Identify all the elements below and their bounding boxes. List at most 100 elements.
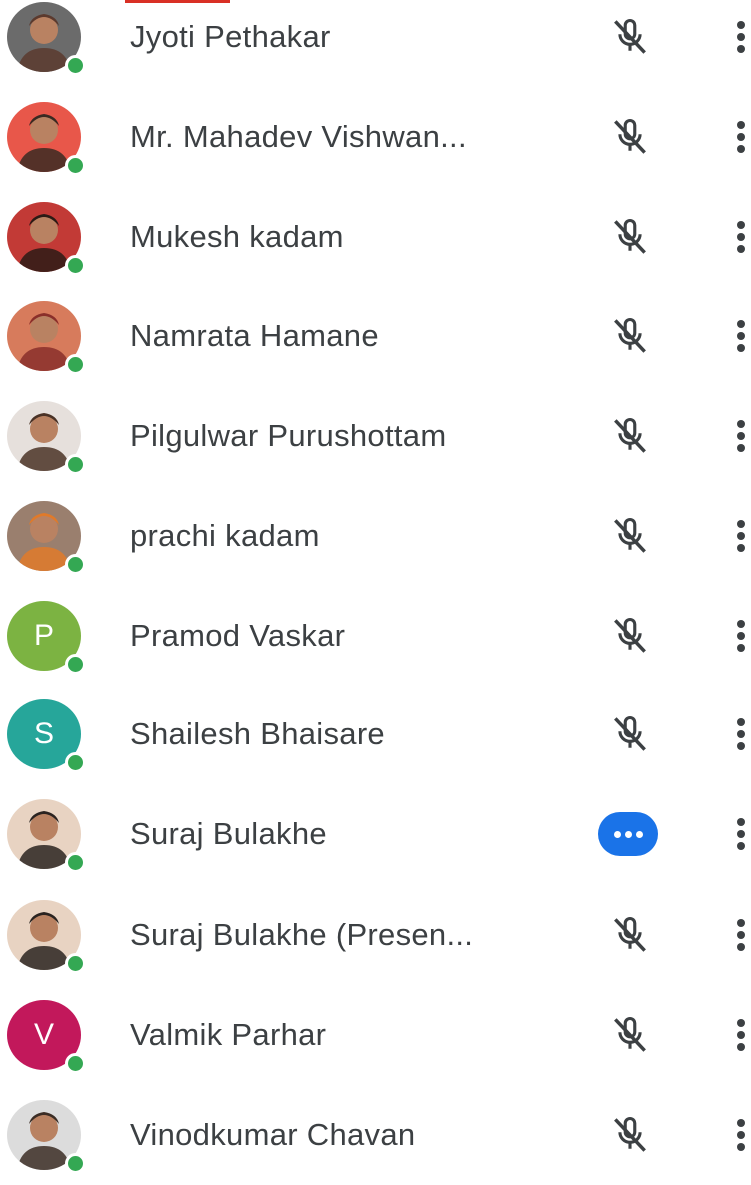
more-dot [737,1143,745,1151]
more-dot [737,931,745,939]
more-vert-icon[interactable] [734,1015,748,1055]
participant-name: Vinodkumar Chavan [130,1117,416,1152]
avatar-container: V [7,1000,86,1074]
participant-row[interactable]: prachi kadam [0,486,751,586]
participant-name: prachi kadam [130,518,320,553]
more-dot [737,133,745,141]
more-dot [737,919,745,927]
presence-indicator [65,354,86,375]
more-dot [737,620,745,628]
participant-row[interactable]: Suraj Bulakhe (Presen... [0,885,751,985]
more-dot [737,432,745,440]
avatar-container [7,202,86,276]
more-dot [737,644,745,652]
avatar-container [7,401,86,475]
more-vert-icon[interactable] [734,416,748,456]
presence-indicator [65,752,86,773]
mic-off-icon[interactable] [608,913,652,957]
avatar-container [7,102,86,176]
presence-indicator [65,953,86,974]
more-dot [737,221,745,229]
more-dot [737,943,745,951]
presence-indicator [65,654,86,675]
participant-row[interactable]: P Pramod Vaskar [0,586,751,686]
participant-row[interactable]: Namrata Hamane [0,286,751,386]
participant-name: Jyoti Pethakar [130,19,331,54]
more-vert-icon[interactable] [734,117,748,157]
more-dot [737,320,745,328]
participant-row[interactable]: Pilgulwar Purushottam [0,386,751,486]
more-vert-icon[interactable] [734,1115,748,1155]
mic-off-icon[interactable] [608,514,652,558]
participant-row[interactable]: S Shailesh Bhaisare [0,684,751,784]
participant-row[interactable]: Suraj Bulakhe [0,784,751,884]
participant-name: Pilgulwar Purushottam [130,418,447,453]
presence-indicator [65,554,86,575]
more-dot [737,444,745,452]
more-dot [737,520,745,528]
mic-off-icon[interactable] [608,1013,652,1057]
participant-row[interactable]: Vinodkumar Chavan [0,1085,751,1185]
more-dot [737,730,745,738]
participant-row[interactable]: Mukesh kadam [0,187,751,287]
mic-off-icon[interactable] [608,215,652,259]
more-dot [737,21,745,29]
more-dot [737,145,745,153]
mic-off-icon[interactable] [608,115,652,159]
more-dot [737,1119,745,1127]
more-dot [737,1043,745,1051]
mic-off-icon[interactable] [608,1113,652,1157]
more-vert-icon[interactable] [734,316,748,356]
more-vert-icon[interactable] [734,814,748,854]
mic-off-icon[interactable] [608,314,652,358]
more-dot [737,632,745,640]
presence-indicator [65,852,86,873]
participant-name: Valmik Parhar [130,1017,327,1052]
more-dot [737,818,745,826]
more-dot [737,544,745,552]
more-vert-icon[interactable] [734,516,748,556]
presence-indicator [65,155,86,176]
avatar-container [7,301,86,375]
avatar-initial: S [33,717,54,750]
more-dot [737,245,745,253]
avatar-container: S [7,699,86,773]
more-dot [737,33,745,41]
mic-off-icon[interactable] [608,614,652,658]
presence-indicator [65,454,86,475]
presence-indicator [65,1053,86,1074]
participant-row[interactable]: Jyoti Pethakar [0,0,751,87]
participant-name: Shailesh Bhaisare [130,716,385,751]
mic-off-icon[interactable] [608,712,652,756]
more-vert-icon[interactable] [734,17,748,57]
more-vert-icon[interactable] [734,616,748,656]
more-dot [737,842,745,850]
talking-dot [613,830,621,838]
participant-name: Pramod Vaskar [130,618,346,653]
more-dot [737,1031,745,1039]
mic-off-icon[interactable] [608,414,652,458]
avatar-container [7,501,86,575]
more-dot [737,718,745,726]
more-dot [737,1019,745,1027]
presence-indicator [65,55,86,76]
participant-name: Suraj Bulakhe [130,816,327,851]
more-vert-icon[interactable] [734,714,748,754]
more-dot [737,830,745,838]
participant-row[interactable]: V Valmik Parhar [0,985,751,1085]
more-dot [737,420,745,428]
mic-off-icon[interactable] [608,15,652,59]
participant-name: Mukesh kadam [130,219,344,254]
more-vert-icon[interactable] [734,217,748,257]
talking-indicator-icon [598,812,658,856]
more-vert-icon[interactable] [734,915,748,955]
avatar-container [7,2,86,76]
more-dot [737,532,745,540]
presence-indicator [65,255,86,276]
more-dot [737,332,745,340]
participant-row[interactable]: Mr. Mahadev Vishwan... [0,87,751,187]
presence-indicator [65,1153,86,1174]
participant-name: Namrata Hamane [130,318,379,353]
avatar-container [7,799,86,873]
avatar-container: P [7,601,86,675]
